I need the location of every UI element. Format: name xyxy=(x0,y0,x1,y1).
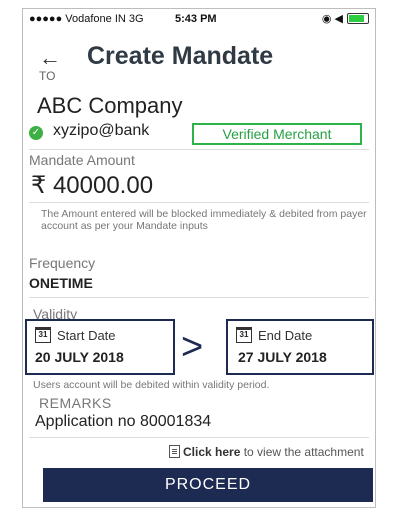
document-icon xyxy=(169,445,180,458)
divider xyxy=(29,437,369,438)
arrow-right-icon: > xyxy=(181,326,204,368)
attachment-suffix: to view the attachment xyxy=(240,445,364,459)
start-date-picker[interactable]: 31 Start Date 20 JULY 2018 xyxy=(25,319,175,375)
mandate-amount-input[interactable]: ₹ 40000.00 xyxy=(31,171,153,200)
location-icon: ◉ ◀ xyxy=(321,13,343,25)
remarks-input[interactable]: Application no 80001834 xyxy=(35,413,211,431)
check-circle-icon: ✓ xyxy=(29,126,43,140)
validity-note: Users account will be debited within val… xyxy=(33,379,270,391)
end-date-label: End Date xyxy=(258,328,313,343)
click-here-text: Click here xyxy=(183,445,241,459)
remarks-label: REMARKS xyxy=(39,395,112,411)
view-attachment-link[interactable]: Click here to view the attachment xyxy=(169,445,364,459)
divider xyxy=(29,149,369,150)
phone-screen: ●●●●● Vodafone IN 3G 5:43 PM ◉ ◀ ← Creat… xyxy=(22,8,376,508)
payee-vpa: xyzipo@bank xyxy=(53,122,150,139)
start-date-value: 20 JULY 2018 xyxy=(35,349,124,365)
start-date-label: Start Date xyxy=(57,328,116,343)
battery-icon xyxy=(347,13,369,24)
verified-merchant-badge: Verified Merchant xyxy=(192,123,362,145)
page-title: Create Mandate xyxy=(87,42,274,70)
to-label: TO xyxy=(39,69,56,83)
frequency-select[interactable]: ONETIME xyxy=(29,275,93,291)
end-date-picker[interactable]: 31 End Date 27 JULY 2018 xyxy=(226,319,374,375)
status-icons: ◉ ◀ xyxy=(322,12,369,25)
frequency-label: Frequency xyxy=(29,255,96,271)
status-bar: ●●●●● Vodafone IN 3G 5:43 PM ◉ ◀ xyxy=(23,9,375,29)
divider xyxy=(29,202,369,203)
mandate-amount-label: Mandate Amount xyxy=(29,152,135,168)
divider xyxy=(29,297,369,298)
calendar-icon: 31 xyxy=(236,327,252,343)
calendar-icon: 31 xyxy=(35,327,51,343)
carrier-label: ●●●●● Vodafone IN 3G xyxy=(29,13,144,25)
proceed-button[interactable]: PROCEED xyxy=(43,468,373,502)
payee-name: ABC Company xyxy=(37,93,183,118)
back-arrow-icon[interactable]: ← xyxy=(39,45,61,71)
end-date-value: 27 JULY 2018 xyxy=(238,349,327,365)
clock: 5:43 PM xyxy=(175,13,217,25)
amount-note: The Amount entered will be blocked immed… xyxy=(41,208,367,232)
